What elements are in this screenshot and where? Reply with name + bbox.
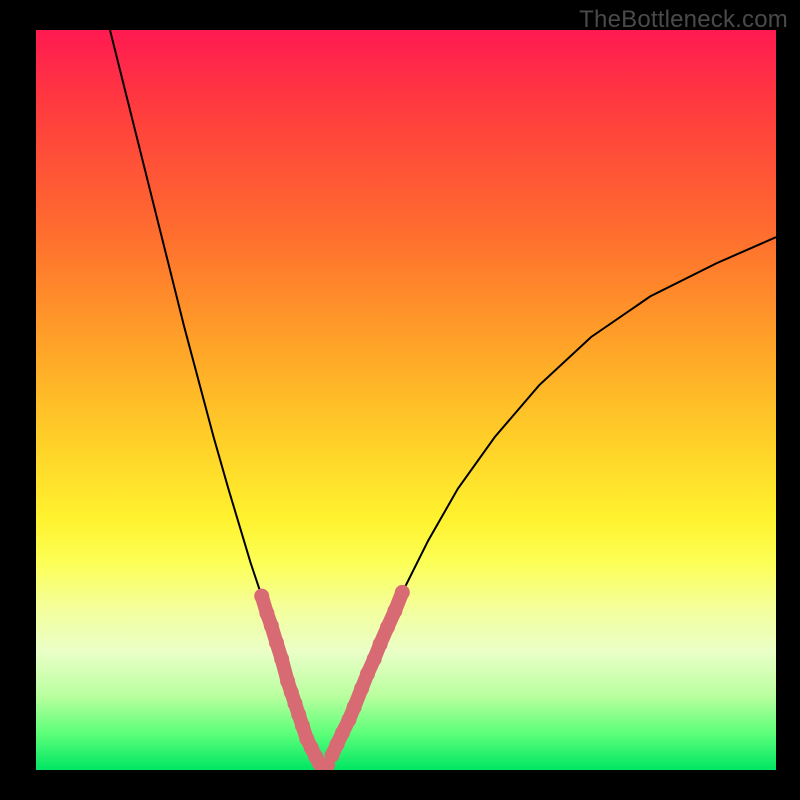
dot-right-dot xyxy=(388,604,402,618)
dot-left-dot xyxy=(260,606,274,620)
dot-right-dot xyxy=(347,700,361,714)
dot-left-dot xyxy=(270,636,284,650)
curve-group xyxy=(110,30,776,768)
dot-right-dot xyxy=(342,713,356,727)
chart-frame: TheBottleneck.com xyxy=(0,0,800,800)
curve-right_curve xyxy=(322,237,776,768)
dot-right-dot xyxy=(355,682,369,696)
curve-svg xyxy=(36,30,776,770)
dot-band-group xyxy=(255,585,410,770)
dot-right-dot xyxy=(395,585,409,599)
dot-right-dot xyxy=(381,620,395,634)
curve-left_curve xyxy=(110,30,322,768)
watermark-text: TheBottleneck.com xyxy=(579,6,788,34)
dot-left-dot xyxy=(255,589,269,603)
dot-right-dot xyxy=(373,637,387,651)
dot-right-dot xyxy=(367,652,381,666)
dot-left-dot xyxy=(295,719,309,733)
dot-left-dot xyxy=(264,619,278,633)
dot-right-dot xyxy=(335,726,349,740)
dot-left-dot xyxy=(275,652,289,666)
plot-area xyxy=(36,30,776,770)
dot-right-dot xyxy=(361,667,375,681)
